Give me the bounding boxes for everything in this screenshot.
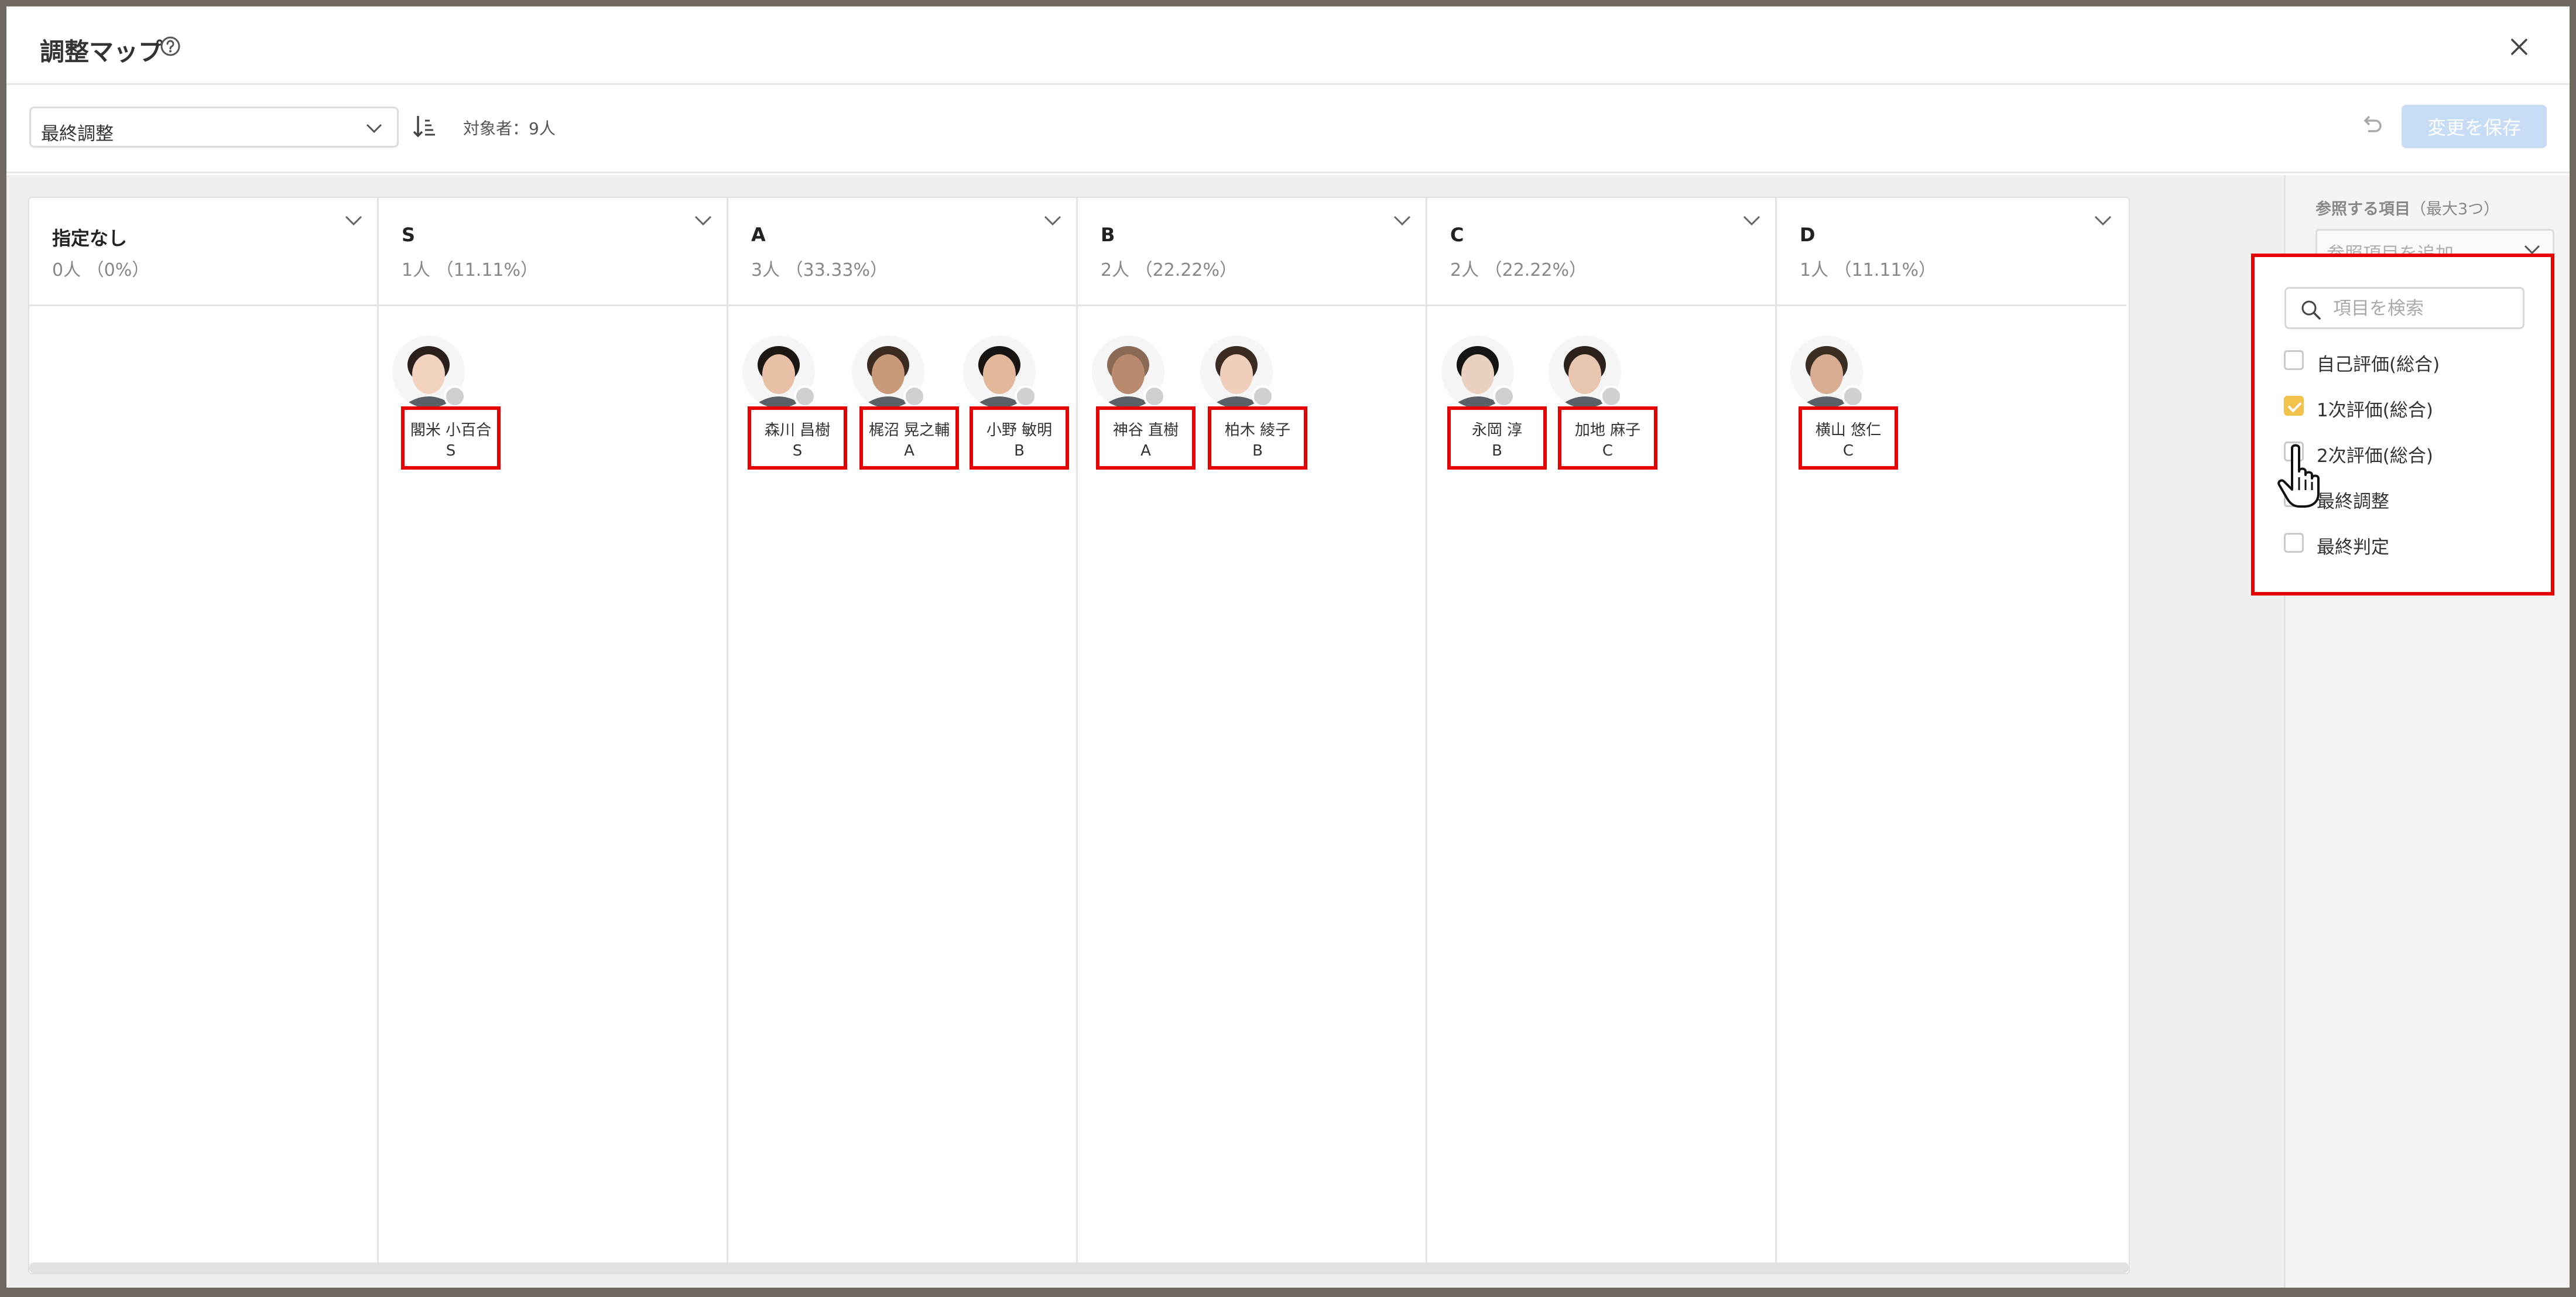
person-grade: C	[1602, 442, 1614, 460]
hand-pointer-icon	[2277, 444, 2320, 508]
person-grade: S	[446, 442, 456, 460]
list-item[interactable]: 自己評価(総合)	[2284, 343, 2541, 378]
gear-icon[interactable]	[444, 385, 466, 408]
person-grade: C	[1842, 442, 1854, 460]
person-card[interactable]: 永岡 淳 B	[1447, 406, 1547, 470]
column-header: 指定なし 0人 （0%）	[29, 198, 377, 306]
gear-icon[interactable]	[903, 385, 926, 408]
column-count: 1人 （11.11%）	[402, 260, 539, 280]
person-name: 永岡 淳	[1471, 422, 1523, 439]
person-name: 神谷 直樹	[1112, 422, 1179, 439]
chevron-down-icon[interactable]	[2094, 213, 2112, 228]
person-card[interactable]: 閣米 小百合 S	[401, 406, 501, 470]
list-item[interactable]: 1次評価(総合)	[2284, 388, 2541, 423]
item-search-box[interactable]	[2284, 287, 2524, 329]
column-title: A	[751, 224, 766, 246]
person-card[interactable]: 柏木 綾子 B	[1208, 406, 1307, 470]
reference-label: 参照する項目（最大3つ）	[2315, 196, 2499, 219]
list-item-label: 自己評価(総合)	[2317, 354, 2440, 375]
checkbox[interactable]	[2284, 533, 2304, 553]
list-item-label: 最終調整	[2317, 491, 2389, 512]
column-header: D 1人 （11.11%）	[1777, 198, 2126, 306]
rating-board: 指定なし 0人 （0%） S 1人 （11.11%） A 3人 （33.33%）…	[28, 197, 2130, 1274]
column-header: S 1人 （11.11%）	[379, 198, 727, 306]
person-grade: S	[792, 442, 803, 460]
checkbox[interactable]	[2284, 350, 2304, 370]
item-search-input[interactable]	[2333, 295, 2515, 323]
column-title: 指定なし	[52, 227, 128, 249]
gear-icon[interactable]	[794, 385, 816, 408]
column-header: B 2人 （22.22%）	[1078, 198, 1426, 306]
board-area: 指定なし 0人 （0%） S 1人 （11.11%） A 3人 （33.33%）…	[6, 175, 2284, 1288]
modal-title: 調整マップ	[40, 37, 163, 66]
person-card[interactable]: 横山 悠仁 C	[1799, 406, 1898, 470]
person-name: 小野 敏明	[986, 422, 1053, 439]
evaluation-select[interactable]: 最終調整	[29, 107, 399, 148]
reference-item-dropdown: 自己評価(総合) 1次評価(総合) 2次評価(総合) 最終調整 最終判定	[2251, 254, 2554, 596]
gear-icon[interactable]	[1493, 385, 1515, 408]
chevron-down-icon[interactable]	[694, 213, 712, 228]
person-name: 森川 昌樹	[764, 422, 831, 439]
gear-icon[interactable]	[1143, 385, 1166, 408]
person-grade: A	[904, 442, 914, 460]
gear-icon[interactable]	[1252, 385, 1274, 408]
list-item-label: 最終判定	[2317, 537, 2389, 558]
evaluation-select-value: 最終調整	[41, 124, 114, 145]
help-icon[interactable]	[160, 36, 181, 57]
column-title: D	[1800, 224, 1815, 246]
person-name: 柏木 綾子	[1224, 422, 1291, 439]
person-card[interactable]: 神谷 直樹 A	[1096, 406, 1195, 470]
person-grade: B	[1014, 442, 1025, 460]
chevron-down-icon[interactable]	[1393, 213, 1412, 228]
chevron-down-icon[interactable]	[1742, 213, 1761, 228]
reference-label-text: 参照する項目	[2315, 200, 2410, 218]
person-grade: B	[1492, 442, 1502, 460]
person-name: 閣米 小百合	[410, 422, 492, 439]
column-count: 1人 （11.11%）	[1800, 260, 1937, 280]
modal-header: 調整マップ	[6, 6, 2570, 85]
list-item-partial[interactable]	[2284, 333, 2541, 340]
checkbox-checked[interactable]	[2284, 396, 2304, 416]
gear-icon[interactable]	[1600, 385, 1622, 408]
sort-icon[interactable]	[412, 114, 436, 139]
person-card[interactable]: 森川 昌樹 S	[748, 406, 847, 470]
person-name: 加地 麻子	[1574, 422, 1641, 439]
gear-icon[interactable]	[1842, 385, 1864, 408]
reference-limit-hint: （最大3つ）	[2410, 200, 2500, 218]
column-unassigned[interactable]: 指定なし 0人 （0%）	[29, 198, 379, 1273]
chevron-down-icon	[366, 124, 382, 134]
column-title: B	[1101, 224, 1115, 246]
column-count: 2人 （22.22%）	[1450, 260, 1587, 280]
undo-icon[interactable]	[2360, 114, 2385, 138]
toolbar: 最終調整 対象者：9人 変更を保存	[6, 87, 2570, 173]
column-count: 0人 （0%）	[52, 260, 150, 280]
person-name: 横山 悠仁	[1815, 422, 1882, 439]
chevron-down-icon[interactable]	[1043, 213, 1062, 228]
column-title: C	[1450, 224, 1464, 246]
chevron-down-icon[interactable]	[344, 213, 363, 228]
column-title: S	[402, 224, 416, 246]
list-item[interactable]: 最終判定	[2284, 525, 2541, 560]
column-count: 2人 （22.22%）	[1101, 260, 1238, 280]
list-item-label: 1次評価(総合)	[2317, 400, 2433, 421]
person-card[interactable]: 加地 麻子 C	[1558, 406, 1657, 470]
person-card[interactable]: 梶沼 晃之輔 A	[859, 406, 959, 470]
person-card[interactable]: 小野 敏明 B	[970, 406, 1069, 470]
horizontal-scrollbar[interactable]	[29, 1262, 2129, 1273]
save-button[interactable]: 変更を保存	[2402, 105, 2547, 148]
gear-icon[interactable]	[1015, 385, 1037, 408]
adjustment-map-modal: 調整マップ 最終調整 対象者：9人 変更を保存 指定なし 0人 （0%） S 1…	[6, 6, 2570, 1288]
column-count: 3人 （33.33%）	[751, 260, 888, 280]
column-header: A 3人 （33.33%）	[728, 198, 1076, 306]
close-icon[interactable]	[2510, 37, 2529, 56]
person-name: 梶沼 晃之輔	[868, 422, 950, 439]
person-grade: B	[1252, 442, 1263, 460]
target-count: 対象者：9人	[463, 119, 556, 138]
search-icon	[2301, 300, 2321, 320]
column-header: C 2人 （22.22%）	[1427, 198, 1775, 306]
list-item-label: 2次評価(総合)	[2317, 446, 2433, 467]
person-grade: A	[1140, 442, 1151, 460]
